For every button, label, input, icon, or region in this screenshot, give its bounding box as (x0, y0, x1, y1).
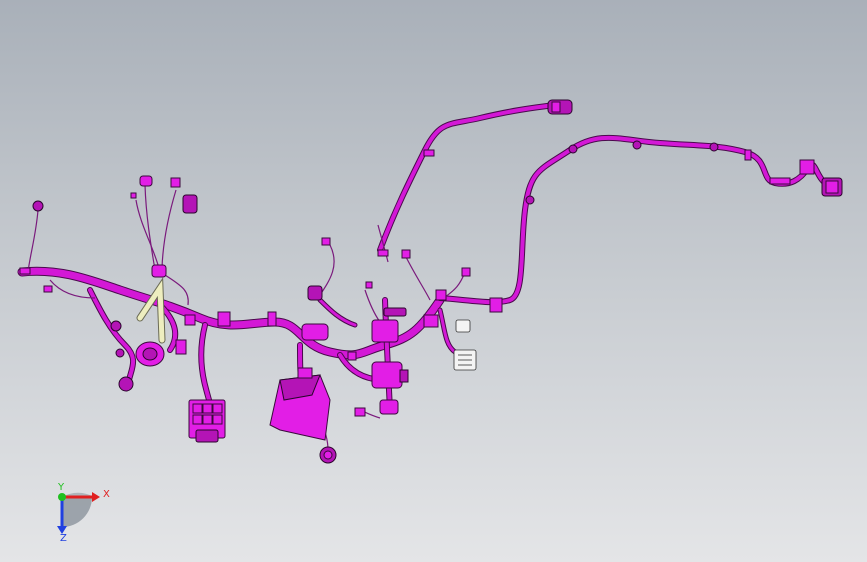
control-unit-box[interactable] (269, 367, 337, 464)
cad-graphics-viewport[interactable]: X Y Z (0, 0, 867, 562)
x-axis-label: X (103, 489, 110, 500)
connector-right-center[interactable] (365, 249, 471, 328)
connector-top-cluster[interactable] (130, 175, 198, 278)
left-sub-branches[interactable] (27, 184, 213, 413)
connector-far-left[interactable] (32, 200, 44, 212)
connector-block-grid[interactable] (188, 399, 226, 443)
coordinate-triad: X Y Z (57, 482, 110, 544)
wire-harness-model[interactable]: X Y Z (0, 0, 867, 562)
z-axis-label: Z (60, 533, 67, 544)
connector-far-right[interactable] (769, 159, 843, 197)
white-relay-block[interactable] (453, 319, 477, 371)
y-axis-origin (58, 493, 66, 501)
upper-branch-bundle[interactable] (377, 102, 558, 253)
connector-center-left[interactable] (301, 237, 331, 341)
connector-right-clip[interactable] (489, 297, 503, 313)
y-axis-label: Y (57, 482, 65, 493)
harness-clips-right[interactable] (525, 140, 752, 205)
right-branch-bundle[interactable] (437, 134, 833, 306)
